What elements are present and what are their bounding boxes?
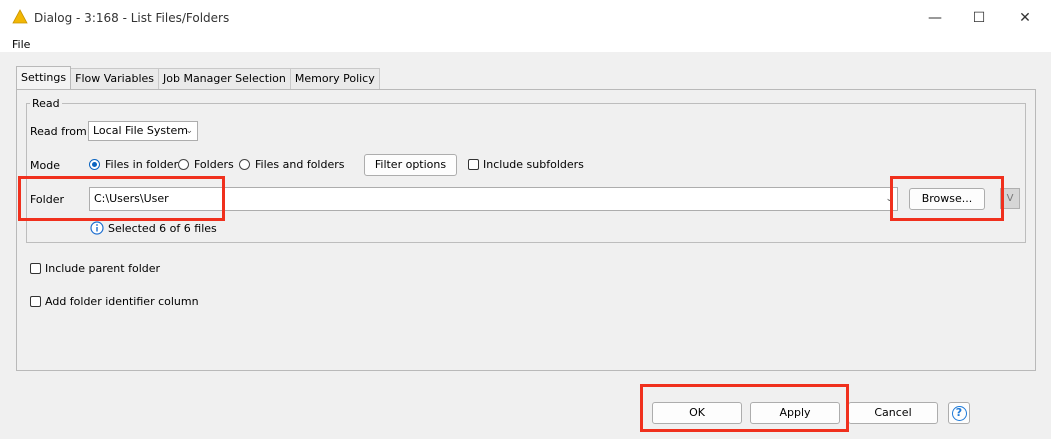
minimize-button[interactable]: — [920,6,950,30]
cancel-button[interactable]: Cancel [848,402,938,424]
include-parent-folder-checkbox[interactable] [30,263,41,274]
window-title: Dialog - 3:168 - List Files/Folders [34,11,230,25]
include-subfolders-label: Include subfolders [483,158,584,171]
tab-flow-variables[interactable]: Flow Variables [70,68,159,89]
help-icon: ? [951,405,967,421]
include-parent-folder-label: Include parent folder [45,262,161,275]
ok-apply-highlight-box [640,384,849,432]
close-button[interactable]: ✕ [1010,6,1040,30]
add-folder-identifier-label: Add folder identifier column [45,295,199,308]
tab-strip: Settings Flow Variables Job Manager Sele… [16,66,380,90]
browse-highlight-box [890,176,1004,221]
include-subfolders-checkbox[interactable] [468,159,479,170]
mode-label: Mode [30,159,60,172]
read-from-select[interactable]: Local File System ⌄ [88,121,198,141]
help-button[interactable]: ? [948,402,970,424]
radio-files-and-folders[interactable] [239,159,250,170]
selection-info-text: Selected 6 of 6 files [108,222,217,235]
radio-files-and-folders-label: Files and folders [255,158,345,171]
filter-options-button[interactable]: Filter options [364,154,457,176]
chevron-down-icon: ⌄ [185,126,193,136]
read-from-value: Local File System [93,124,188,137]
warning-triangle-icon [12,9,28,24]
radio-folders-label: Folders [194,158,234,171]
radio-folders[interactable] [178,159,189,170]
menu-file[interactable]: File [12,38,30,51]
info-icon [90,221,104,235]
radio-files-in-folder-label: Files in folder [105,158,179,171]
tab-memory-policy[interactable]: Memory Policy [289,68,380,89]
tab-settings[interactable]: Settings [16,66,72,89]
maximize-button[interactable]: ☐ [964,6,994,30]
tab-job-manager-selection[interactable]: Job Manager Selection [158,68,291,89]
folder-highlight-box [18,176,225,221]
read-from-label: Read from [30,125,87,138]
add-folder-identifier-checkbox[interactable] [30,296,41,307]
menu-bar [0,36,1051,52]
radio-files-in-folder[interactable] [89,159,100,170]
read-group-title: Read [30,97,62,110]
